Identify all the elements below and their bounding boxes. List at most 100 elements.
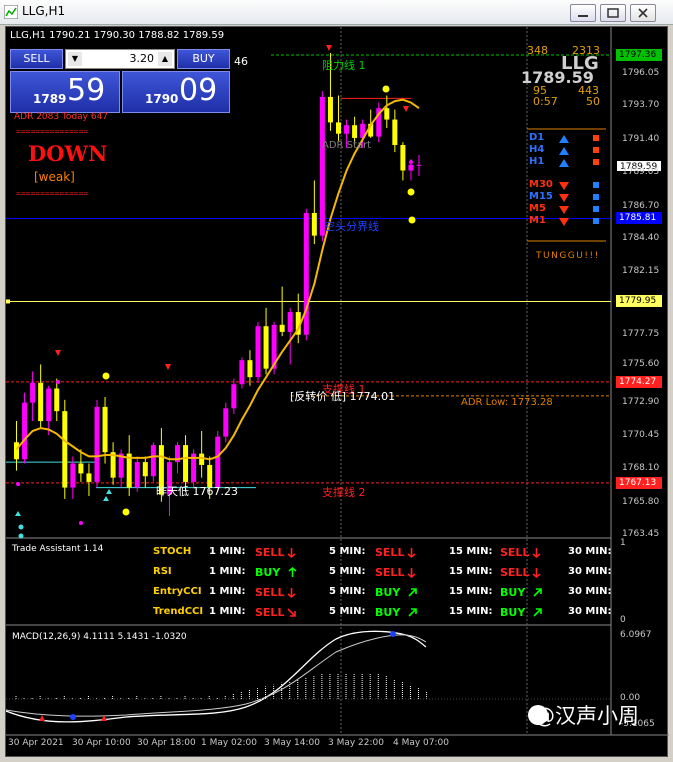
- chart-area[interactable]: LLG,H1 1790.21 1790.30 1788.82 1789.59 4…: [5, 26, 669, 757]
- sell-price-big: 1789: [33, 92, 67, 106]
- candle-body: [279, 324, 285, 332]
- symbol-quote-line: LLG,H1 1790.21 1790.30 1788.82 1789.59: [10, 30, 225, 41]
- ta-signal-sell: SELL: [375, 546, 405, 559]
- up-arrow-icon: [288, 566, 297, 577]
- yesterday-low-label: 昨天低 1767.23: [156, 485, 238, 498]
- cyan-arrow-icon: [106, 489, 112, 494]
- candle-body: [183, 445, 189, 482]
- resistance-line-1-label: 阻力线 1: [322, 59, 366, 72]
- time-axis-label: 30 Apr 2021: [8, 738, 64, 748]
- buy-price-box[interactable]: 1790 09: [122, 71, 230, 113]
- sell-price-small: 59: [67, 73, 106, 108]
- time-axis-label: 30 Apr 18:00: [137, 738, 196, 748]
- macd-scale-top: 6.0967: [620, 630, 652, 640]
- maximize-button[interactable]: [600, 4, 626, 22]
- signal-dot: [382, 85, 390, 93]
- ta-signal-sell: SELL: [500, 566, 530, 579]
- lot-decrease-icon[interactable]: ▼: [68, 52, 82, 66]
- signal-dashes-top: ===============: [16, 127, 89, 136]
- candle-body: [215, 436, 221, 488]
- ta-timeframe-label: 1 MIN:: [209, 566, 246, 577]
- down-triangle-icon: [559, 206, 569, 214]
- tf-square: [593, 194, 599, 200]
- ta-timeframe-label: 15 MIN:: [449, 586, 493, 597]
- candle-body: [30, 382, 36, 403]
- red-arrow-icon: [326, 45, 332, 51]
- candle-body: [54, 388, 60, 412]
- ta-signal-buy: BUY: [375, 606, 401, 619]
- ta-timeframe-label: 30 MIN:: [568, 566, 612, 577]
- down-triangle-icon: [559, 182, 569, 190]
- ta-signal-sell: SELL: [255, 586, 285, 599]
- candle-body: [46, 388, 52, 422]
- candle-body: [239, 360, 245, 385]
- ta-timeframe-label: 15 MIN:: [449, 546, 493, 557]
- ta-timeframe-label: 15 MIN:: [449, 606, 493, 617]
- candle-body: [78, 463, 84, 474]
- red-arrow-icon: [55, 350, 61, 356]
- ta-signal-buy: BUY: [500, 586, 526, 599]
- buy-price-small: 09: [179, 73, 218, 108]
- down-arrow-icon: [532, 548, 541, 559]
- ta-timeframe-label: 30 MIN:: [568, 606, 612, 617]
- time-axis-label: 4 May 07:00: [393, 738, 449, 748]
- tunggu-text: TUNGGU!!!: [536, 251, 600, 261]
- candle-body: [231, 384, 237, 409]
- cyan-arrow-icon: [103, 496, 109, 501]
- macd-dot: [390, 631, 396, 637]
- minimize-button[interactable]: [570, 4, 596, 22]
- ta-timeframe-label: 1 MIN:: [209, 586, 246, 597]
- candle-body: [319, 96, 325, 236]
- up-arrow-icon: [408, 608, 417, 617]
- time-axis-label: 30 Apr 10:00: [72, 738, 131, 748]
- candle-body: [247, 360, 253, 378]
- price-scale-label: 1779.95: [616, 295, 662, 307]
- candle-body: [62, 411, 68, 488]
- price-scale-label: 1797.36: [616, 49, 662, 61]
- lot-size-value[interactable]: 3.20: [130, 52, 155, 65]
- candle-body: [287, 312, 293, 332]
- trade-assistant-title: Trade Assistant 1.14: [12, 544, 104, 554]
- red-arrow-icon: [165, 364, 171, 370]
- price-scale-label: 1789.05: [622, 167, 660, 177]
- tf-label-d1: D1: [529, 132, 545, 143]
- down-arrow-icon: [287, 548, 296, 559]
- signal-dashes-bottom: ===============: [16, 189, 89, 198]
- info-50: 50: [586, 95, 600, 108]
- adr-start-label: ADR Start: [322, 140, 372, 151]
- close-button[interactable]: [630, 4, 656, 22]
- candle-body: [344, 125, 350, 134]
- macd-signal-line: [6, 634, 427, 717]
- lot-size-stepper[interactable]: ▼ 3.20 ▲: [65, 49, 175, 69]
- cyan-dot: [18, 533, 24, 539]
- price-scale-label: 1770.45: [622, 430, 660, 440]
- candle-body: [38, 382, 44, 422]
- ta-timeframe-label: 1 MIN:: [209, 606, 246, 617]
- watermark-text: @汉声小周: [534, 704, 639, 728]
- candle-body: [86, 473, 92, 482]
- ta-timeframe-label: 5 MIN:: [329, 566, 366, 577]
- tf-label-h4: H4: [529, 144, 545, 155]
- ta-timeframe-label: 5 MIN:: [329, 586, 366, 597]
- candle-body: [303, 212, 309, 335]
- up-triangle-icon: [559, 159, 569, 167]
- buy-button[interactable]: BUY: [177, 49, 230, 69]
- candle-body: [94, 406, 100, 482]
- candle-body: [263, 326, 269, 369]
- up-triangle-icon: [559, 147, 569, 155]
- time-axis-label: 1 May 02:00: [201, 738, 257, 748]
- ta-indicator-name: TrendCCI: [153, 606, 204, 617]
- lot-increase-icon[interactable]: ▲: [158, 52, 172, 66]
- ta-scale-top: 1: [620, 538, 626, 548]
- price-scale-label: 1782.15: [622, 266, 660, 276]
- ta-indicator-name: EntryCCI: [153, 586, 202, 597]
- candle-body: [327, 96, 333, 123]
- maximize-icon: [607, 8, 619, 18]
- ta-timeframe-label: 5 MIN:: [329, 606, 366, 617]
- price-scale-label: 1784.40: [622, 233, 660, 243]
- signal-dot: [102, 372, 110, 380]
- sell-button[interactable]: SELL: [10, 49, 63, 69]
- tf-square: [593, 182, 599, 188]
- tf-square: [593, 135, 599, 141]
- sell-price-box[interactable]: 1789 59: [10, 71, 120, 113]
